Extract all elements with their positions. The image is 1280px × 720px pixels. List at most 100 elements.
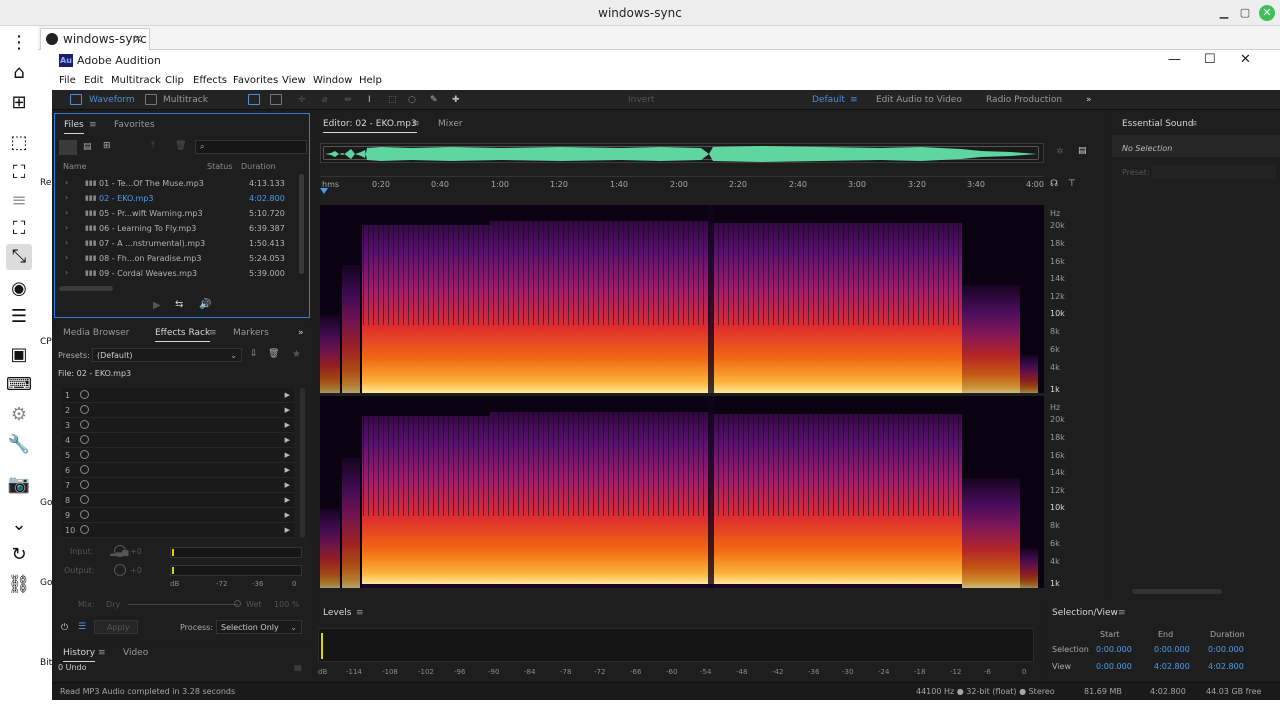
effect-slot[interactable]: 9 ▶: [62, 508, 294, 523]
output-knob[interactable]: [114, 564, 126, 576]
tab-files[interactable]: Files: [64, 120, 84, 134]
app-maximize-icon[interactable]: ☐: [1204, 52, 1216, 67]
view-end-field[interactable]: 4:02.800: [1154, 662, 1190, 671]
effect-slot[interactable]: 8 ▶: [62, 493, 294, 508]
brush-tool-icon[interactable]: ✎: [430, 95, 438, 105]
save-preset-icon[interactable]: ⇩: [250, 349, 258, 359]
spectral-pitch-icon[interactable]: [270, 94, 282, 105]
link-icon[interactable]: ⛓: [6, 572, 32, 598]
view-start-field[interactable]: 0:00.000: [1096, 662, 1132, 671]
fullscreen-icon[interactable]: ⛶: [6, 160, 32, 186]
delete-icon[interactable]: 🗑: [175, 141, 186, 151]
process-dropdown[interactable]: Selection Only ⌄: [216, 620, 302, 634]
presets-dropdown[interactable]: (Default) ⌄: [92, 348, 242, 362]
razor-tool-icon[interactable]: ⌀: [322, 95, 327, 105]
col-status-header[interactable]: Status: [207, 162, 233, 171]
essential-scrollbar[interactable]: [1132, 589, 1222, 594]
add-window-icon[interactable]: ⊞: [6, 90, 32, 116]
file-row[interactable]: › ▮▮▮ 05 - Pr...wift Warning.mp3 5:10.720: [55, 206, 309, 221]
view-duration-field[interactable]: 4:02.800: [1208, 662, 1244, 671]
file-row[interactable]: › ▮▮▮ 06 - Learning To Fly.mp3 6:39.387: [55, 221, 309, 236]
more-workspaces-icon[interactable]: »: [1086, 95, 1092, 105]
open-file-icon[interactable]: [59, 140, 77, 155]
file-row[interactable]: › ▮▮▮ 07 - A ...nstrumental).mp3 1:50.413: [55, 236, 309, 251]
tab-history[interactable]: History: [63, 648, 96, 662]
workspace-default[interactable]: Default: [812, 95, 845, 105]
time-ruler[interactable]: hms 0:20 0:40 1:00 1:20 1:40 2:00 2:20 2…: [320, 176, 1044, 194]
maximize-icon[interactable]: ▢: [1237, 5, 1253, 21]
selection-end-field[interactable]: 0:00.000: [1154, 645, 1190, 654]
file-row[interactable]: › ▮▮▮ 01 - Te...Of The Muse.mp3 4:13.133: [55, 176, 309, 191]
window-icon[interactable]: ▣: [6, 342, 32, 368]
insert-icon[interactable]: ⤒: [151, 141, 155, 151]
menu-lines-icon[interactable]: ≡: [6, 188, 32, 214]
minimize-icon[interactable]: ▁: [1216, 5, 1232, 21]
wrench-icon[interactable]: 🔧: [6, 432, 32, 458]
settings-icon[interactable]: ⚙: [6, 402, 32, 428]
history-item[interactable]: 0 Undo: [58, 663, 87, 672]
effect-slot[interactable]: 10 ▶: [62, 523, 294, 538]
workspace-radio-production[interactable]: Radio Production: [986, 95, 1062, 105]
rack-list-icon[interactable]: ☰: [78, 622, 86, 632]
editor-menu-icon[interactable]: ≡: [412, 119, 420, 129]
time-selection-tool-icon[interactable]: I: [368, 95, 371, 105]
fit-icon[interactable]: ⬚: [6, 130, 32, 156]
home-icon[interactable]: ⌂: [6, 60, 32, 86]
menu-file[interactable]: File: [59, 75, 76, 86]
close-tab-icon[interactable]: ✕: [133, 29, 143, 49]
workspace-edit-audio-to-video[interactable]: Edit Audio to Video: [876, 95, 962, 105]
menu-effects[interactable]: Effects: [193, 75, 227, 86]
spectrogram-right-channel[interactable]: [320, 396, 1044, 588]
effect-slot[interactable]: 1 ▶: [62, 388, 294, 403]
slip-tool-icon[interactable]: ⇹: [344, 95, 352, 105]
col-name-header[interactable]: Name: [63, 162, 87, 171]
input-knob[interactable]: [114, 545, 126, 557]
menu-help[interactable]: Help: [359, 75, 382, 86]
file-row[interactable]: › ▮▮▮ 09 - Cordal Weaves.mp3 5:39.000: [55, 266, 309, 281]
eye-icon[interactable]: ◉: [6, 276, 32, 302]
effects-menu-icon[interactable]: ≡: [209, 328, 217, 338]
mix-slider-handle[interactable]: [234, 600, 241, 607]
refresh-icon[interactable]: ↻: [6, 542, 32, 568]
delete-preset-icon[interactable]: 🗑: [268, 349, 279, 359]
loop-icon[interactable]: ⇆: [175, 299, 183, 310]
selection-duration-field[interactable]: 0:00.000: [1208, 645, 1244, 654]
effect-slot[interactable]: 3 ▶: [62, 418, 294, 433]
effect-slot[interactable]: 6 ▶: [62, 463, 294, 478]
lasso-tool-icon[interactable]: ◌: [408, 95, 416, 105]
files-menu-icon[interactable]: ≡: [89, 120, 97, 130]
menu-clip[interactable]: Clip: [165, 75, 184, 86]
scale-icon[interactable]: ⤡: [6, 244, 32, 270]
marquee-tool-icon[interactable]: ⬚: [388, 95, 397, 105]
power-icon[interactable]: ⏻: [61, 623, 68, 633]
move-tool-icon[interactable]: ✛: [298, 95, 306, 105]
favorite-star-icon[interactable]: ★: [292, 349, 301, 360]
mix-slider[interactable]: [128, 604, 238, 605]
tab-markers[interactable]: Markers: [233, 328, 269, 338]
selview-menu-icon[interactable]: ≡: [1118, 608, 1126, 618]
import-icon[interactable]: ▤: [83, 142, 92, 152]
file-search-input[interactable]: ⌕: [195, 140, 307, 154]
effect-slot[interactable]: 4 ▶: [62, 433, 294, 448]
app-minimize-icon[interactable]: —: [1168, 52, 1181, 67]
essential-menu-icon[interactable]: ≡: [1190, 119, 1198, 129]
tab-windows-sync[interactable]: windows-sync ✕: [40, 28, 150, 50]
zoom-icon[interactable]: ✲: [1056, 147, 1064, 157]
list-icon[interactable]: ☰: [6, 304, 32, 330]
tab-media-browser[interactable]: Media Browser: [63, 328, 129, 338]
keyboard-icon[interactable]: ⌨: [6, 372, 32, 398]
menu-multitrack[interactable]: Multitrack: [111, 75, 161, 86]
invert-button[interactable]: Invert: [628, 95, 654, 105]
new-file-icon[interactable]: ⊞: [103, 141, 111, 151]
chevron-down-icon[interactable]: ⌄: [6, 512, 32, 538]
spectral-display-icon[interactable]: [248, 94, 260, 105]
effect-slot[interactable]: 2 ▶: [62, 403, 294, 418]
effect-slot[interactable]: 5 ▶: [62, 448, 294, 463]
tab-video[interactable]: Video: [123, 648, 148, 658]
playhead-marker[interactable]: [320, 188, 328, 194]
tab-favorites[interactable]: Favorites: [114, 120, 155, 130]
menu-edit[interactable]: Edit: [84, 75, 103, 86]
more-panels-icon[interactable]: »: [298, 328, 304, 338]
essential-preset-dropdown[interactable]: [1152, 165, 1276, 179]
close-icon[interactable]: ✕: [1259, 5, 1275, 21]
